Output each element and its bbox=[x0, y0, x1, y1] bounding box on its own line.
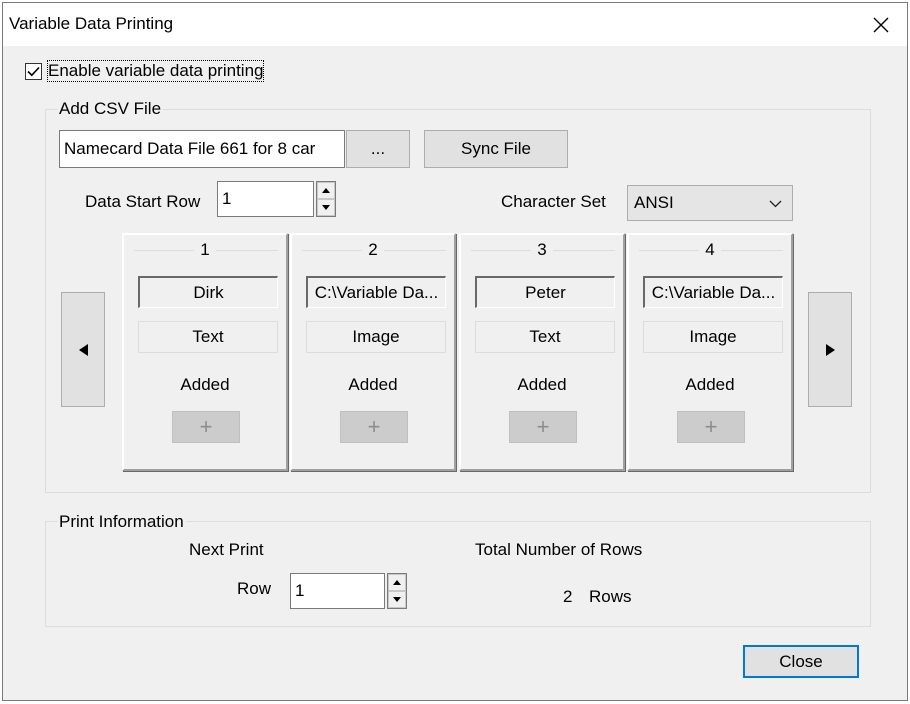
next-print-row-spin-up[interactable] bbox=[388, 574, 406, 591]
total-rows-count: 2 bbox=[563, 587, 573, 606]
next-print-row-spinner bbox=[387, 573, 407, 609]
close-window-button[interactable] bbox=[855, 3, 907, 46]
column-status: Added bbox=[517, 375, 567, 394]
column-type: Text bbox=[138, 321, 278, 353]
print-information-group bbox=[45, 521, 871, 627]
column-card-1: 1 Dirk Text Added + bbox=[122, 233, 288, 471]
column-value: C:\Variable Da... bbox=[643, 276, 783, 308]
chevron-down-icon bbox=[769, 200, 782, 208]
data-start-row-value: 1 bbox=[222, 189, 232, 208]
column-number: 2 bbox=[368, 240, 378, 259]
csv-file-path-input[interactable]: Namecard Data File 661 for 8 car bbox=[59, 130, 345, 168]
spin-up-icon bbox=[393, 580, 401, 585]
column-type: Image bbox=[306, 321, 446, 353]
triangle-left-icon bbox=[78, 343, 88, 356]
character-set-value: ANSI bbox=[634, 193, 674, 212]
column-number: 3 bbox=[537, 240, 547, 259]
add-field-button[interactable]: + bbox=[172, 411, 240, 443]
print-information-group-label: Print Information bbox=[57, 512, 186, 532]
data-start-row-input[interactable]: 1 bbox=[217, 181, 314, 217]
sync-file-button[interactable]: Sync File bbox=[424, 130, 568, 168]
next-print-row-spin-down[interactable] bbox=[388, 591, 406, 608]
add-field-button[interactable]: + bbox=[340, 411, 408, 443]
close-button[interactable]: Close bbox=[743, 645, 859, 678]
spin-up-icon bbox=[322, 188, 330, 193]
next-print-label: Next Print bbox=[189, 540, 264, 559]
enable-variable-data-checkbox[interactable] bbox=[25, 63, 42, 80]
column-status: Added bbox=[685, 375, 735, 394]
data-start-row-spin-down[interactable] bbox=[317, 199, 335, 216]
add-csv-file-group-label: Add CSV File bbox=[57, 99, 164, 119]
spin-down-icon bbox=[393, 597, 401, 602]
data-start-row-spinner bbox=[316, 181, 336, 217]
spin-down-icon bbox=[322, 205, 330, 210]
browse-button[interactable]: ... bbox=[346, 130, 410, 168]
data-start-row-spin-up[interactable] bbox=[317, 182, 335, 199]
column-status: Added bbox=[348, 375, 398, 394]
column-type: Image bbox=[643, 321, 783, 353]
column-value: Peter bbox=[475, 276, 615, 308]
next-print-row-value: 1 bbox=[295, 581, 305, 600]
add-field-button[interactable]: + bbox=[677, 411, 745, 443]
character-set-label: Character Set bbox=[501, 192, 606, 211]
column-card-3: 3 Peter Text Added + bbox=[459, 233, 625, 471]
previous-columns-button[interactable] bbox=[61, 292, 105, 407]
data-start-row-label: Data Start Row bbox=[85, 192, 201, 211]
triangle-right-icon bbox=[825, 343, 835, 356]
row-label: Row bbox=[237, 579, 272, 598]
enable-variable-data-label[interactable]: Enable variable data printing bbox=[46, 60, 265, 82]
csv-file-path-value: Namecard Data File 661 for 8 car bbox=[64, 139, 316, 158]
total-rows-unit: Rows bbox=[589, 587, 632, 606]
column-value: C:\Variable Da... bbox=[306, 276, 446, 308]
window-title: Variable Data Printing bbox=[9, 14, 174, 33]
column-type: Text bbox=[475, 321, 615, 353]
column-status: Added bbox=[180, 375, 230, 394]
title-bar: Variable Data Printing bbox=[3, 3, 907, 46]
next-print-row-input[interactable]: 1 bbox=[290, 573, 385, 609]
character-set-select[interactable]: ANSI bbox=[627, 185, 793, 221]
column-card-2: 2 C:\Variable Da... Image Added + bbox=[290, 233, 456, 471]
total-rows-label: Total Number of Rows bbox=[475, 540, 643, 559]
column-card-4: 4 C:\Variable Da... Image Added + bbox=[627, 233, 793, 471]
next-columns-button[interactable] bbox=[808, 292, 852, 407]
column-number: 1 bbox=[200, 240, 210, 259]
add-field-button[interactable]: + bbox=[509, 411, 577, 443]
column-number: 4 bbox=[705, 240, 715, 259]
checkmark-icon bbox=[27, 66, 40, 77]
column-value: Dirk bbox=[138, 276, 278, 308]
dialog-window: Variable Data Printing Enable variable d… bbox=[2, 2, 908, 701]
close-x-icon bbox=[873, 17, 889, 32]
